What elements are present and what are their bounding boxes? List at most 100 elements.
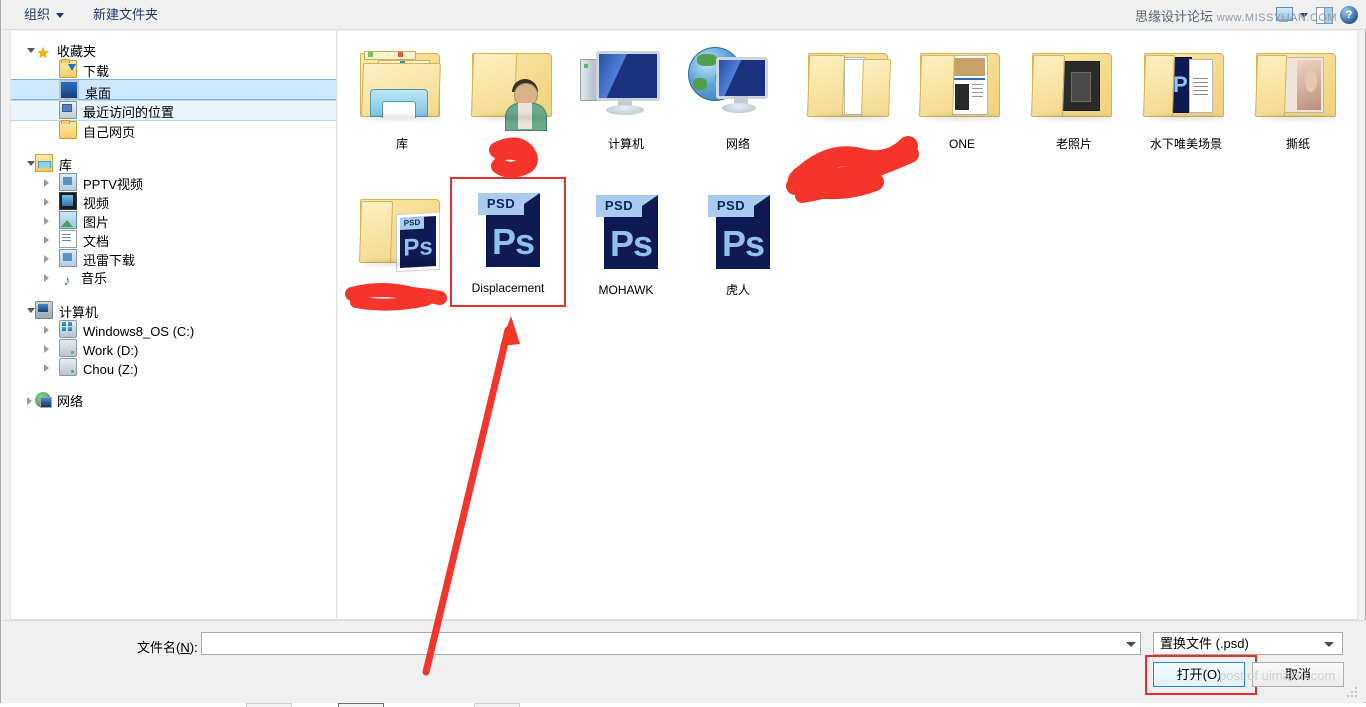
list-item[interactable] <box>794 35 906 137</box>
expand-triangle-icon[interactable] <box>44 364 49 372</box>
organize-label: 组织 <box>24 7 51 22</box>
expand-triangle-icon[interactable] <box>44 345 49 353</box>
psd-file-icon: PSD Ps <box>570 181 682 293</box>
filename-label: 文件名(N): <box>137 637 198 656</box>
list-item[interactable]: PSD Ps 虎人 <box>682 181 794 298</box>
list-item[interactable]: 库 <box>346 35 458 152</box>
list-item[interactable]: 计算机 <box>570 35 682 152</box>
sidebar-group-favorites[interactable]: ★ 收藏夹 <box>11 41 336 62</box>
sidebar-group-network[interactable]: 网络 <box>11 391 336 410</box>
sidebar-group-libraries[interactable]: 库 <box>11 154 336 173</box>
filename-input[interactable] <box>201 632 1141 655</box>
sidebar-item-my-webpage[interactable]: 自己网页 <box>11 120 336 141</box>
sidebar-item-pictures[interactable]: 图片 <box>11 211 336 230</box>
chevron-down-icon <box>1126 642 1136 647</box>
sidebar-item-documents[interactable]: 文档 <box>11 230 336 249</box>
new-folder-button[interactable]: 新建文件夹 <box>87 5 164 25</box>
expand-triangle-icon[interactable] <box>44 236 49 244</box>
library-music-icon: ♪ <box>63 272 71 288</box>
help-icon[interactable]: ? <box>1340 6 1358 24</box>
libraries-folder-icon <box>346 35 458 147</box>
folder-with-files-icon <box>794 35 906 147</box>
sidebar-item-label: 自己网页 <box>83 125 136 141</box>
expand-triangle-icon[interactable] <box>44 179 49 187</box>
psd-file-icon: PSD Ps <box>452 179 564 291</box>
list-item[interactable]: PSD Ps <box>346 181 458 283</box>
hard-drive-icon <box>59 339 77 357</box>
chevron-down-icon[interactable] <box>1300 12 1308 18</box>
preview-pane-icon[interactable] <box>1314 6 1334 24</box>
sidebar-item-thunder-downloads[interactable]: 迅雷下载 <box>11 249 336 268</box>
expand-triangle-icon[interactable] <box>44 274 49 282</box>
list-item[interactable]: 撕纸 <box>1242 35 1354 152</box>
sidebar-item-videos[interactable]: 视频 <box>11 192 336 211</box>
list-item[interactable]: 网络 <box>682 35 794 152</box>
sidebar-item-drive-z[interactable]: Chou (Z:) <box>11 358 336 377</box>
sidebar-item-drive-d[interactable]: Work (D:) <box>11 339 336 358</box>
expand-triangle-icon[interactable] <box>27 397 32 405</box>
sidebar-item-music[interactable]: ♪ 音乐 <box>11 268 336 288</box>
organize-button[interactable]: 组织 <box>18 5 70 25</box>
library-pptv-icon <box>59 173 77 191</box>
list-item[interactable] <box>458 35 570 137</box>
filename-label-prefix: 文件名( <box>137 640 181 655</box>
psd-file-icon: PSD Ps <box>682 181 794 293</box>
toolbar-right-group: ? <box>1274 4 1358 26</box>
navigation-pane[interactable]: ★ 收藏夹 下载 桌面 最近访问的位置 自己网页 库 PPTV视频 视频 图片 … <box>10 31 337 620</box>
expand-triangle-icon[interactable] <box>27 48 35 53</box>
sidebar-group-label: 网络 <box>57 394 84 410</box>
psd-badge: PSD <box>604 198 634 213</box>
watermark-top-cn: 思缘设计论坛 <box>1135 9 1214 24</box>
sidebar-group-label: 收藏夹 <box>57 44 97 60</box>
sidebar-item-label: Windows8_OS (C:) <box>83 324 195 340</box>
filename-label-suffix: ): <box>189 640 198 655</box>
folder-with-preview-icon: Ps <box>1130 35 1242 147</box>
library-thunder-icon <box>59 249 77 267</box>
library-video-icon <box>59 192 77 210</box>
network-icon <box>35 392 52 408</box>
list-item-selected[interactable]: PSD Ps Displacement <box>450 177 566 307</box>
file-open-dialog: 组织 新建文件夹 ? 思缘设计论坛 www.MISSYUAN.COM ★收藏夹 <box>0 0 1366 703</box>
navigation-tree: ★ 收藏夹 下载 桌面 最近访问的位置 自己网页 库 PPTV视频 视频 图片 … <box>11 31 336 410</box>
sidebar-item-label: Work (D:) <box>83 343 139 359</box>
list-item[interactable]: Ps 水下唯美场景 <box>1130 35 1242 152</box>
computer-icon <box>570 35 682 147</box>
chevron-down-icon <box>1324 642 1334 647</box>
psd-badge: PSD <box>400 216 424 230</box>
sidebar-item-label: 音乐 <box>81 271 108 287</box>
cancel-button[interactable]: 取消 <box>1252 662 1344 687</box>
ps-glyph: Ps <box>491 221 535 262</box>
sidebar-item-desktop[interactable]: 桌面 <box>11 79 336 101</box>
sidebar-item-pptv[interactable]: PPTV视频 <box>11 173 336 192</box>
expand-triangle-icon[interactable] <box>44 198 49 206</box>
resize-grip[interactable] <box>1347 687 1359 699</box>
sidebar-group-computer[interactable]: 计算机 <box>11 301 336 320</box>
library-documents-icon <box>59 230 77 248</box>
sidebar-item-label: 文档 <box>83 234 110 250</box>
library-pictures-icon <box>59 211 77 229</box>
file-type-filter-select[interactable]: 置换文件 (.psd) <box>1153 632 1343 655</box>
list-item[interactable]: 老照片 <box>1018 35 1130 152</box>
filename-label-key: N <box>180 640 190 655</box>
user-folder-icon <box>458 35 570 147</box>
list-item[interactable]: PSD Ps MOHAWK <box>570 181 682 298</box>
sidebar-item-label: 图片 <box>83 215 110 231</box>
file-list-pane[interactable]: 库 计算机 网络 ONE 老照片 Ps 水下唯美场景 撕纸 PSD Ps PSD… <box>338 31 1358 620</box>
expand-triangle-icon[interactable] <box>44 255 49 263</box>
sidebar-item-downloads[interactable]: 下载 <box>11 59 336 79</box>
sidebar-item-recent-places[interactable]: 最近访问的位置 <box>11 100 336 121</box>
expand-triangle-icon[interactable] <box>27 161 35 166</box>
hard-drive-icon <box>59 358 77 376</box>
expand-triangle-icon[interactable] <box>44 326 49 334</box>
filename-dropdown-button[interactable] <box>1121 632 1141 655</box>
expand-triangle-icon[interactable] <box>44 217 49 225</box>
list-item[interactable]: ONE <box>906 35 1018 152</box>
desktop-icon <box>59 80 79 101</box>
sidebar-item-label: Chou (Z:) <box>83 362 138 378</box>
sidebar-item-drive-c[interactable]: Windows8_OS (C:) <box>11 320 336 339</box>
expand-triangle-icon[interactable] <box>27 308 35 313</box>
view-layout-icon[interactable] <box>1274 6 1294 24</box>
open-button[interactable]: 打开(O) <box>1153 662 1245 687</box>
